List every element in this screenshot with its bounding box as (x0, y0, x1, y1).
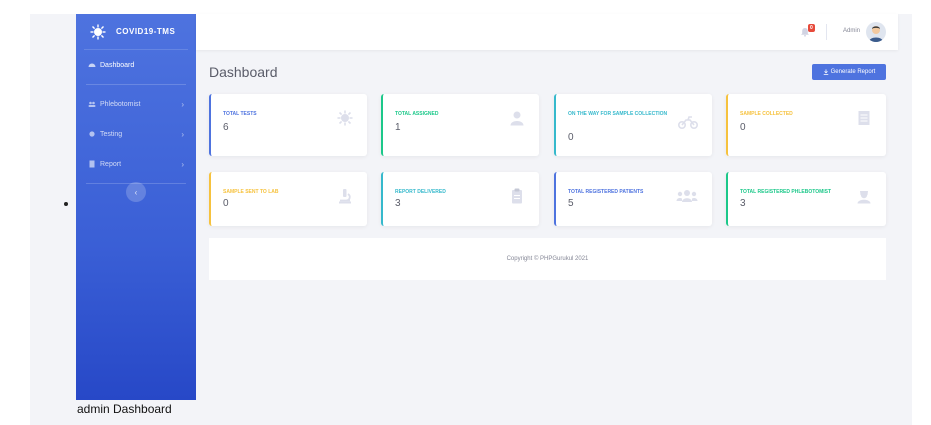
user-icon (510, 111, 524, 126)
card-value: 0 (223, 198, 229, 209)
copyright-text: Copyright © PHPGurukul 2021 (506, 256, 589, 262)
virus-icon (337, 110, 353, 126)
sidebar-toggle-button[interactable]: ‹ (126, 182, 146, 202)
chevron-right-icon: › (181, 99, 184, 109)
avatar[interactable] (866, 22, 886, 42)
card-label: TOTAL TESTS (223, 111, 257, 117)
stat-card-registered-patients[interactable]: TOTAL REGISTERED PATIENTS 5 (554, 172, 712, 226)
user-nurse-icon (857, 191, 871, 204)
stat-card-registered-phlebotomist[interactable]: TOTAL REGISTERED PHLEBOTOMIST 3 (726, 172, 886, 226)
sidebar-item-label: Testing (100, 130, 123, 138)
stat-card-total-tests[interactable]: TOTAL TESTS 6 (209, 94, 367, 156)
stat-card-total-assigned[interactable]: TOTAL ASSIGNED 1 (381, 94, 539, 156)
generate-report-button[interactable]: Generate Report (812, 64, 886, 80)
sidebar-item-label: Dashboard (100, 61, 135, 69)
virus-icon (90, 24, 106, 39)
topbar: 0 Admin (196, 14, 898, 50)
card-value: 5 (568, 198, 574, 209)
file-icon (858, 111, 870, 125)
virus-icon (88, 130, 96, 138)
sidebar-brand[interactable]: COVID19-TMS (84, 14, 188, 50)
users-icon (88, 100, 96, 108)
motorcycle-icon (678, 116, 698, 129)
sidebar-divider (86, 84, 186, 85)
download-icon (823, 69, 828, 75)
footer: Copyright © PHPGurukul 2021 (209, 238, 886, 280)
sidebar-item-testing[interactable]: Testing › (76, 119, 196, 149)
notification-badge: 0 (808, 24, 815, 32)
card-label: SAMPLE SENT TO LAB (223, 189, 279, 195)
dashboard-icon (88, 61, 96, 69)
card-label: REPORT DELIVERED (395, 189, 446, 195)
chevron-right-icon: › (181, 159, 184, 169)
list-bullet (64, 202, 68, 206)
card-value: 1 (395, 122, 401, 133)
stat-card-sample-sent-to-lab[interactable]: SAMPLE SENT TO LAB 0 (209, 172, 367, 226)
chevron-left-icon: ‹ (134, 187, 138, 197)
card-label: TOTAL REGISTERED PATIENTS (568, 189, 644, 195)
topbar-divider (826, 24, 827, 40)
sidebar: COVID19-TMS Dashboard Phlebotomist › Tes… (76, 14, 196, 400)
caption: admin Dashboard (77, 402, 172, 416)
users-icon (676, 190, 698, 202)
brand-name: COVID19-TMS (116, 27, 176, 36)
card-value: 6 (223, 122, 229, 133)
clipboard-icon (512, 188, 522, 204)
card-value: 3 (395, 198, 401, 209)
stat-card-on-the-way[interactable]: ON THE WAY FOR SAMPLE COLLECTION 0 (554, 94, 712, 156)
sidebar-item-dashboard[interactable]: Dashboard (76, 50, 196, 80)
card-value: 3 (740, 198, 746, 209)
sidebar-item-label: Report (100, 160, 122, 168)
stat-card-report-delivered[interactable]: REPORT DELIVERED 3 (381, 172, 539, 226)
card-value: 0 (568, 132, 574, 143)
card-label: ON THE WAY FOR SAMPLE COLLECTION (568, 111, 668, 117)
microscope-icon (339, 189, 351, 204)
card-value: 0 (740, 122, 746, 133)
page-title: Dashboard (209, 64, 278, 80)
file-icon (88, 160, 96, 168)
generate-report-label: Generate Report (830, 69, 876, 75)
chevron-right-icon: › (181, 129, 184, 139)
user-name[interactable]: Admin (843, 28, 860, 34)
sidebar-item-phlebotomist[interactable]: Phlebotomist › (76, 89, 196, 119)
card-label: TOTAL REGISTERED PHLEBOTOMIST (740, 189, 832, 195)
stat-card-sample-collected[interactable]: SAMPLE COLLECTED 0 (726, 94, 886, 156)
sidebar-item-report[interactable]: Report › (76, 149, 196, 179)
sidebar-item-label: Phlebotomist (100, 100, 141, 108)
card-label: SAMPLE COLLECTED (740, 111, 793, 117)
card-label: TOTAL ASSIGNED (395, 111, 439, 117)
